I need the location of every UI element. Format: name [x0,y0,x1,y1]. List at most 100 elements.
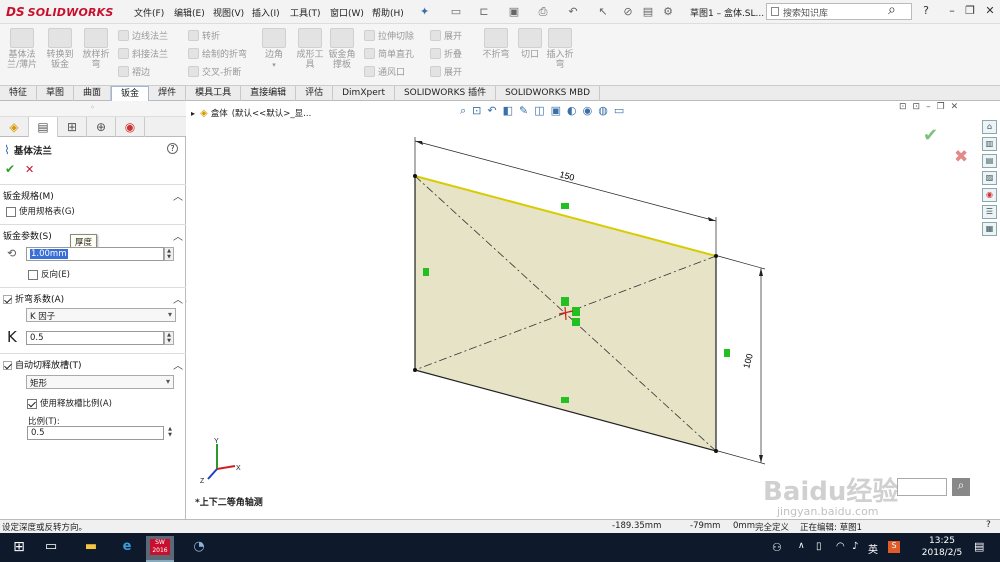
section-view-icon[interactable]: ◧ [503,104,513,118]
previous-view-icon[interactable]: ↶ [487,104,496,118]
convert-to-sheet-button[interactable]: 转换到 钣金 [40,28,80,70]
sketched-bend-button[interactable]: 绘制的折弯 [188,46,247,60]
clock-time[interactable]: 13:25 [920,536,964,546]
options-gear-icon[interactable]: ⚙ [660,4,676,19]
dim-width-text[interactable]: 150 [558,169,575,183]
corners-dropdown-icon[interactable]: ▾ [254,60,294,70]
sketch-canvas[interactable]: 150 100 Y X Z [187,101,980,519]
use-relief-ratio-checkbox[interactable]: 使用释放槽比例(A) [27,397,112,409]
expand-panel-icon[interactable]: ⊡ [913,102,921,112]
tray-expand-icon[interactable]: ∧ [798,541,805,551]
tab-features[interactable]: 特征 [0,86,38,101]
fold-button[interactable]: 折叠 [430,46,462,60]
hide-show-icon[interactable]: ◐ [567,104,577,118]
network-icon[interactable]: ▯ [816,541,822,552]
menu-edit[interactable]: 编辑(E) [174,6,205,19]
cancel-x-icon[interactable]: ✕ [25,163,34,176]
feature-manager-tab-icon[interactable]: ◈ [0,117,29,137]
forum-icon[interactable]: ▦ [982,222,997,236]
coincident-relation-icon[interactable] [572,318,580,326]
jog-button[interactable]: 转折 [188,28,247,42]
minimize-icon[interactable]: – [944,4,960,17]
base-flange-button[interactable]: 基体法 兰/薄片 [2,28,42,70]
rebuild-icon[interactable]: ⊘ [620,4,636,19]
corner-point[interactable] [413,174,417,178]
unfold-button[interactable]: 展开 [430,28,462,42]
ratio-input[interactable]: 0.5 [27,426,164,440]
open-icon[interactable]: ⊏ [476,4,492,19]
menu-window[interactable]: 窗口(W) [330,6,364,19]
lofted-bend-button[interactable]: 放样折 弯 [76,28,116,70]
volume-icon[interactable]: ♪ [852,541,858,552]
search-icon[interactable]: ⌕ [888,2,896,18]
view-orientation-icon[interactable]: ◫ [534,104,544,118]
corner-point[interactable] [413,368,417,372]
midpoint-relation-icon[interactable] [561,297,569,306]
panel-grip-icon[interactable]: ◦ [90,103,95,112]
edge-browser-icon[interactable]: e [116,539,138,557]
k-factor-spinner[interactable]: ▲ ▼ [164,331,174,345]
bend-allowance-enable-check[interactable] [3,294,12,304]
menu-help[interactable]: 帮助(H) [372,6,404,19]
dimension-height[interactable]: 100 [717,255,766,465]
cross-break-button[interactable]: 交叉-折断 [188,64,247,78]
reverse-direction-checkbox[interactable]: 反向(E) [28,268,70,280]
design-library-icon[interactable]: ▤ [982,154,997,168]
wifi-icon[interactable]: ◠ [836,541,845,552]
thickness-input[interactable]: 1.00mm [26,247,164,261]
dynamic-annotation-icon[interactable]: ✎ [519,104,528,118]
menu-view[interactable]: 视图(V) [213,6,244,19]
menu-insert[interactable]: 插入(I) [252,6,280,19]
collapse-chevron-icon[interactable]: ︿ [173,291,183,306]
vertical-relation-icon[interactable] [423,268,429,276]
collapse-chevron-icon[interactable]: ︿ [173,357,183,372]
print-icon[interactable]: ⎙ [535,4,551,19]
notification-icon[interactable]: ▤ [974,540,984,553]
reverse-check[interactable] [28,269,38,280]
display-style-icon[interactable]: ▣ [551,104,561,118]
pin-icon[interactable]: ✦ [420,5,429,18]
extruded-cut-button[interactable]: 拉伸切除 [364,28,414,42]
thickness-spinner[interactable]: ▲ ▼ [164,247,174,261]
confirm-corner-cancel-icon[interactable]: ✖ [954,147,968,167]
select-icon[interactable]: ↖ [595,4,611,19]
simple-hole-button[interactable]: 简单直孔 [364,46,414,60]
graphics-area[interactable]: ▸ ◈ 盒体 (默认<<默认>_显... 150 100 Y X Z *上下二等… [187,101,980,519]
language-indicator[interactable]: 英 [868,541,878,556]
resources-icon[interactable]: ▥ [982,137,997,151]
confirm-corner-ok-icon[interactable]: ✔ [923,125,938,146]
status-customize-icon[interactable]: ? [986,520,991,530]
auto-relief-enable-check[interactable] [3,360,12,370]
viewport-minimize-icon[interactable]: – [926,102,931,112]
vertical-relation-icon[interactable] [724,349,730,357]
viewport-restore-icon[interactable]: ❐ [937,102,945,112]
save-icon[interactable]: ▣ [506,4,522,19]
zoom-to-fit-icon[interactable]: ⌕ [460,104,466,118]
file-explorer-icon[interactable]: ▨ [982,171,997,185]
relief-type-select[interactable]: 矩形 ▾ [26,375,174,389]
edge-flange-button[interactable]: 边线法兰 [118,28,168,42]
custom-properties-icon[interactable]: ☰ [982,205,997,219]
collapse-chevron-icon[interactable]: ︿ [173,188,183,203]
dim-height-text[interactable]: 100 [741,352,755,369]
viewport-close-icon[interactable]: ✕ [951,102,959,112]
dimxpert-tab-icon[interactable]: ⊕ [87,117,116,137]
clock-date[interactable]: 2018/2/5 [918,548,966,558]
horizontal-relation-icon[interactable] [561,397,569,403]
tab-dimxpert[interactable]: DimXpert [333,86,395,101]
flatten-button[interactable]: 展开 [430,64,462,78]
ratio-spinner[interactable]: ▲ ▼ [165,426,175,440]
corners-button[interactable]: 边角 ▾ [254,28,294,70]
tab-mold-tools[interactable]: 模具工具 [186,86,242,101]
corner-point[interactable] [714,449,718,453]
paint-app-icon[interactable]: ◔ [188,539,210,557]
display-manager-tab-icon[interactable]: ◉ [116,117,145,137]
gusset-button[interactable]: 钣金角 撑板 [322,28,362,70]
restore-icon[interactable]: ❐ [962,4,978,17]
vent-button[interactable]: 通风口 [364,64,414,78]
corner-point[interactable] [714,254,718,258]
bend-allowance-section-header[interactable]: 折弯系数(A) ︿ [3,290,183,306]
input-method-icon[interactable]: S [888,541,900,553]
tab-sheet-metal[interactable]: 钣金 [111,86,150,101]
bend-allowance-type-select[interactable]: K 因子 ▾ [26,308,176,322]
